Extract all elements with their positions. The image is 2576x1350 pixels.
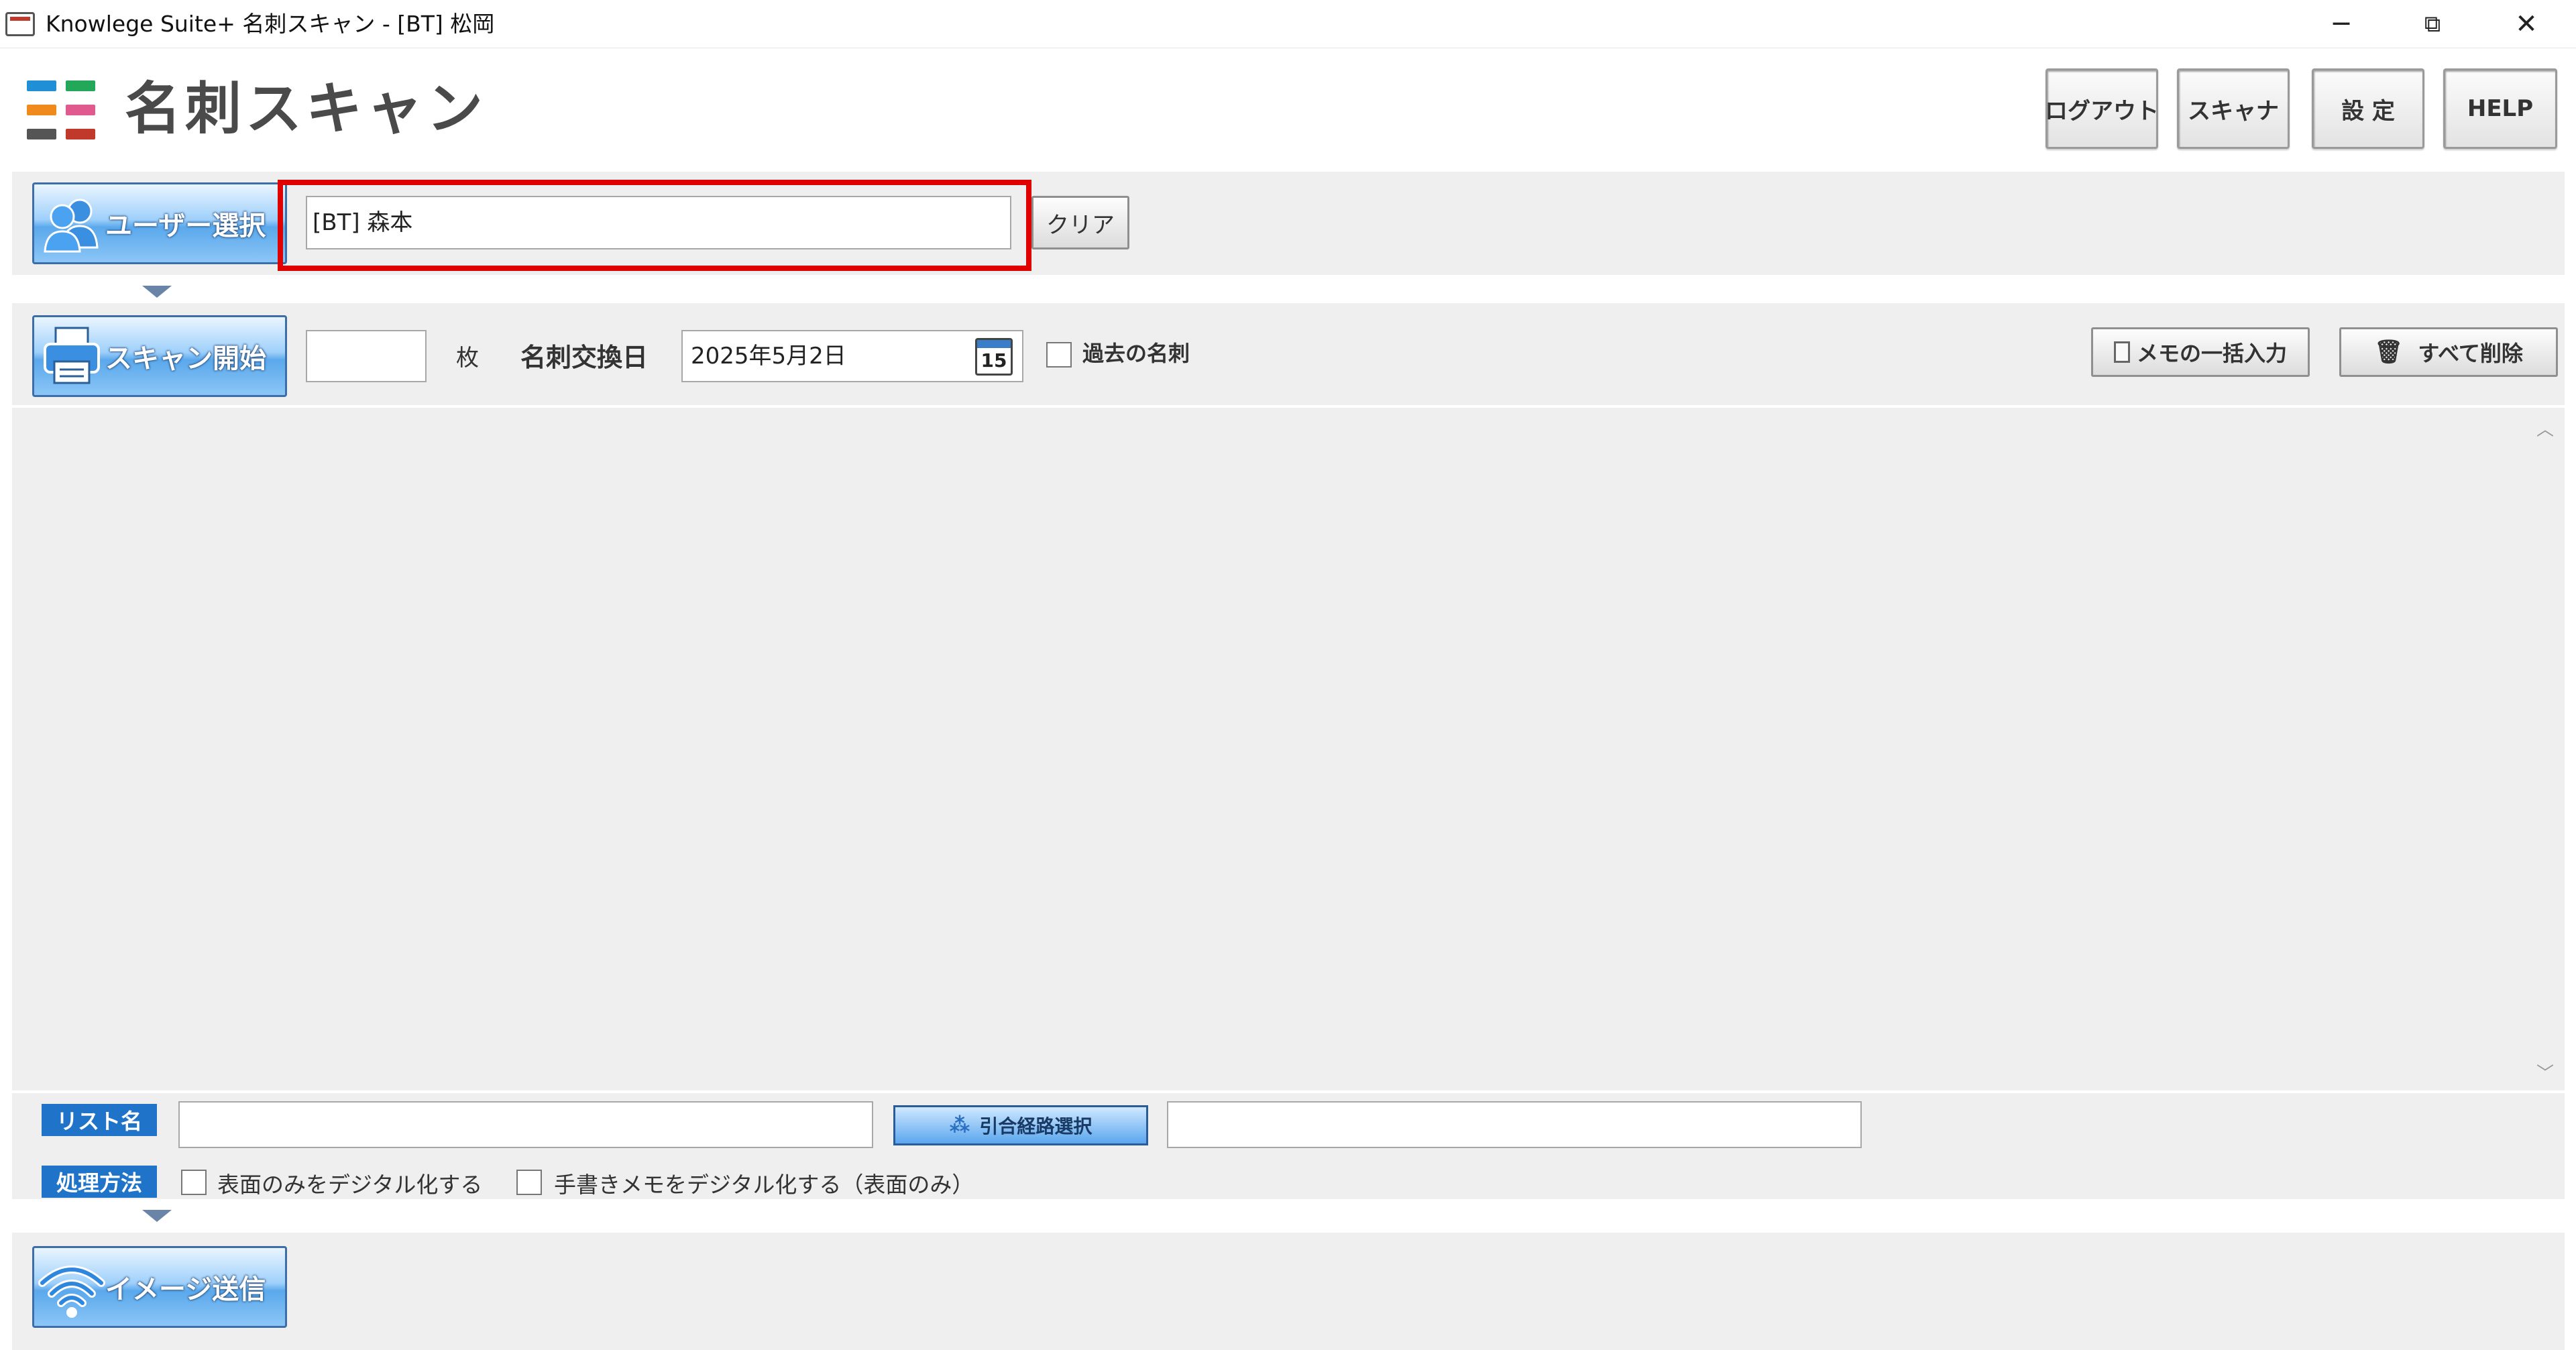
users-icon: [38, 190, 105, 257]
network-icon: ⁂: [949, 1113, 970, 1137]
delete-all-label: すべて削除: [2418, 341, 2523, 366]
flow-arrow-icon: [142, 286, 172, 298]
scan-start-label: スキャン開始: [105, 343, 266, 374]
route-select-label: 引合経路選択: [979, 1115, 1093, 1137]
route-field[interactable]: [1167, 1101, 1862, 1148]
user-select-button[interactable]: ユーザー選択: [32, 182, 287, 264]
card-count-field[interactable]: [306, 330, 427, 382]
trash-icon: 🗑: [2374, 339, 2404, 365]
app-logo: [27, 79, 97, 142]
exchange-date-label: 名刺交換日: [520, 343, 649, 372]
handwritten-memo-checkbox[interactable]: [516, 1170, 542, 1195]
app-title: 名刺スキャン: [125, 76, 488, 142]
image-send-label: イメージ送信: [105, 1274, 266, 1305]
settings-button[interactable]: 設 定: [2312, 68, 2424, 149]
window-title: Knowlege Suite+ 名刺スキャン - [BT] 松岡: [46, 11, 495, 37]
clear-button[interactable]: クリア: [1031, 196, 1129, 249]
list-name-field[interactable]: [178, 1101, 873, 1148]
calendar-icon[interactable]: 15: [975, 338, 1013, 376]
scroll-down-icon[interactable]: ﹀: [2536, 1060, 2554, 1084]
user-name-field[interactable]: [BT] 森本: [306, 196, 1011, 249]
help-button[interactable]: HELP: [2443, 68, 2557, 149]
restore-button[interactable]: ⧉: [2389, 0, 2476, 48]
memo-bulk-label: メモの一括入力: [2136, 341, 2287, 366]
user-select-label: ユーザー選択: [105, 211, 266, 241]
count-unit-label: 枚: [456, 345, 479, 372]
past-card-checkbox[interactable]: [1046, 342, 1072, 368]
process-method-tag: 処理方法: [42, 1166, 157, 1198]
route-select-button[interactable]: ⁂ 引合経路選択: [893, 1105, 1148, 1145]
past-card-label: 過去の名刺: [1082, 341, 1190, 366]
handwritten-memo-label: 手書きメモをデジタル化する（表面のみ）: [554, 1172, 974, 1198]
card-list-area[interactable]: [12, 408, 2565, 1090]
wifi-icon: [38, 1253, 105, 1320]
close-button[interactable]: ✕: [2483, 0, 2570, 48]
memo-icon: [2113, 341, 2130, 363]
image-send-button[interactable]: イメージ送信: [32, 1246, 287, 1328]
minimize-button[interactable]: ─: [2298, 0, 2385, 48]
scan-start-button[interactable]: スキャン開始: [32, 315, 287, 397]
list-name-tag: リスト名: [42, 1104, 157, 1136]
front-only-label: 表面のみをデジタル化する: [217, 1172, 483, 1198]
flow-arrow-icon: [142, 1210, 172, 1222]
exchange-date-field[interactable]: 2025年5月2日 15: [681, 330, 1023, 382]
scanner-button[interactable]: スキャナ: [2177, 68, 2290, 149]
front-only-checkbox[interactable]: [181, 1170, 207, 1195]
memo-bulk-input-button[interactable]: メモの一括入力: [2091, 327, 2310, 377]
delete-all-button[interactable]: 🗑 すべて削除: [2339, 327, 2558, 377]
logout-button[interactable]: ログアウト: [2045, 68, 2159, 149]
scroll-up-icon[interactable]: ︿: [2536, 416, 2554, 441]
date-value: 2025年5月2日: [691, 343, 846, 370]
scanner-icon: [38, 323, 105, 390]
calendar-app-icon: [5, 12, 35, 36]
send-panel: [12, 1233, 2565, 1350]
